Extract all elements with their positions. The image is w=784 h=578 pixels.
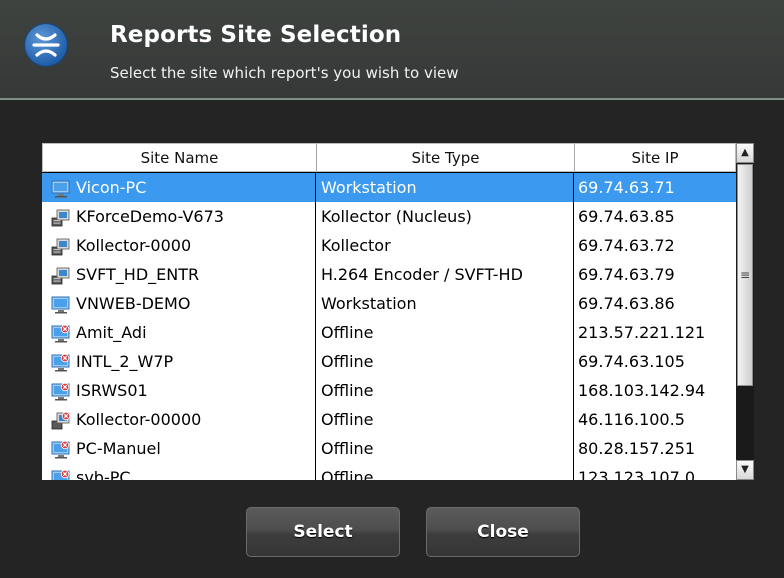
site-name: PC-Manuel <box>76 439 161 458</box>
server-icon <box>51 207 71 227</box>
table-row[interactable]: SVFT_HD_ENTR H.264 Encoder / SVFT-HD 69.74… <box>42 260 736 289</box>
site-ip-cell: 69.74.63.86 <box>578 294 675 313</box>
site-name: Kollector-00000 <box>76 410 202 429</box>
dialog-header: Reports Site Selection Select the site w… <box>0 0 784 100</box>
offline-workstation-icon <box>51 352 71 372</box>
table-row[interactable]: Kollector-00000 Offline 46.116.100.5 <box>42 405 736 434</box>
site-ip-cell: 69.74.63.79 <box>578 265 675 284</box>
vertical-scrollbar[interactable]: ▲ ≡ ▼ <box>736 143 754 480</box>
table-row[interactable]: VNWEB-DEMO Workstation 69.74.63.86 <box>42 289 736 318</box>
server-icon <box>51 236 71 256</box>
table-row[interactable]: svb-PC Offline 123.123.107.0 <box>42 463 736 480</box>
site-name: ISRWS01 <box>76 381 148 400</box>
site-ip-cell: 46.116.100.5 <box>578 410 685 429</box>
offline-workstation-icon <box>51 323 71 343</box>
site-name: INTL_2_W7P <box>76 352 174 371</box>
site-type-cell: Kollector <box>316 231 574 260</box>
site-type-cell: Offline <box>316 434 574 463</box>
site-name-cell: VNWEB-DEMO <box>42 289 316 318</box>
site-ip-cell: 69.74.63.72 <box>578 236 675 255</box>
table-row[interactable]: Amit_Adi Offline 213.57.221.121 <box>42 318 736 347</box>
server-icon <box>51 265 71 285</box>
dialog-subtitle: Select the site which report's you wish … <box>110 64 459 82</box>
site-type-cell: Offline <box>316 347 574 376</box>
site-name: svb-PC <box>76 468 131 480</box>
site-type-cell: Offline <box>316 405 574 434</box>
site-ip-cell: 168.103.142.94 <box>578 381 706 400</box>
close-button[interactable]: Close <box>426 507 580 557</box>
site-ip-cell: 69.74.63.71 <box>578 178 675 197</box>
scroll-up-icon[interactable]: ▲ <box>736 143 754 163</box>
scroll-thumb[interactable]: ≡ <box>737 164 753 386</box>
scroll-down-icon[interactable]: ▼ <box>736 460 754 480</box>
workstation-icon <box>51 294 71 314</box>
offline-workstation-icon <box>51 381 71 401</box>
reports-site-selection-dialog: Reports Site Selection Select the site w… <box>0 0 784 578</box>
app-logo-icon <box>24 23 68 67</box>
site-name-cell: svb-PC <box>42 463 316 480</box>
site-name-cell: INTL_2_W7P <box>42 347 316 376</box>
site-name: SVFT_HD_ENTR <box>76 265 200 284</box>
site-ip-cell: 80.28.157.251 <box>578 439 696 458</box>
site-name-cell: Kollector-0000 <box>42 231 316 260</box>
select-button[interactable]: Select <box>246 507 400 557</box>
site-type-cell: Workstation <box>316 289 574 318</box>
site-ip-cell: 213.57.221.121 <box>578 323 706 342</box>
site-name: VNWEB-DEMO <box>76 294 191 313</box>
dialog-title: Reports Site Selection <box>110 22 402 48</box>
site-name: Kollector-0000 <box>76 236 192 255</box>
site-type-cell: Workstation <box>316 173 574 202</box>
column-header-site-ip[interactable]: Site IP <box>575 144 735 171</box>
site-name-cell: Amit_Adi <box>42 318 316 347</box>
site-name-cell: PC-Manuel <box>42 434 316 463</box>
site-ip-cell: 69.74.63.85 <box>578 207 675 226</box>
site-ip-cell: 69.74.63.105 <box>578 352 685 371</box>
site-table: Site Name Site Type Site IP Vicon-PC Work… <box>42 143 754 480</box>
offline-workstation-icon <box>51 439 71 459</box>
column-header-site-name[interactable]: Site Name <box>43 144 317 171</box>
site-name-cell: KForceDemo-V673 <box>42 202 316 231</box>
table-row[interactable]: ISRWS01 Offline 168.103.142.94 <box>42 376 736 405</box>
site-name-cell: Vicon-PC <box>42 173 316 202</box>
table-header: Site Name Site Type Site IP <box>42 143 736 172</box>
site-type-cell: Offline <box>316 376 574 405</box>
site-name-cell: SVFT_HD_ENTR <box>42 260 316 289</box>
workstation-icon <box>51 178 71 198</box>
site-name: Vicon-PC <box>76 178 147 197</box>
offline-workstation-icon <box>51 468 71 480</box>
table-row[interactable]: KForceDemo-V673 Kollector (Nucleus) 69.74.… <box>42 202 736 231</box>
site-type-cell: H.264 Encoder / SVFT-HD <box>316 260 574 289</box>
offline-server-icon <box>51 410 71 430</box>
column-header-site-type[interactable]: Site Type <box>317 144 575 171</box>
site-name: Amit_Adi <box>76 323 147 342</box>
site-name-cell: ISRWS01 <box>42 376 316 405</box>
site-ip-cell: 123.123.107.0 <box>578 468 696 480</box>
header-divider <box>0 98 784 100</box>
site-name-cell: Kollector-00000 <box>42 405 316 434</box>
site-name: KForceDemo-V673 <box>76 207 224 226</box>
site-type-cell: Offline <box>316 318 574 347</box>
site-type-cell: Kollector (Nucleus) <box>316 202 574 231</box>
site-type-cell: Offline <box>316 463 574 480</box>
table-row[interactable]: INTL_2_W7P Offline 69.74.63.105 <box>42 347 736 376</box>
table-body: Vicon-PC Workstation 69.74.63.71 KForceDemo… <box>42 173 736 480</box>
table-row[interactable]: Kollector-0000 Kollector 69.74.63.72 <box>42 231 736 260</box>
table-row[interactable]: Vicon-PC Workstation 69.74.63.71 <box>42 173 736 202</box>
table-row[interactable]: PC-Manuel Offline 80.28.157.251 <box>42 434 736 463</box>
